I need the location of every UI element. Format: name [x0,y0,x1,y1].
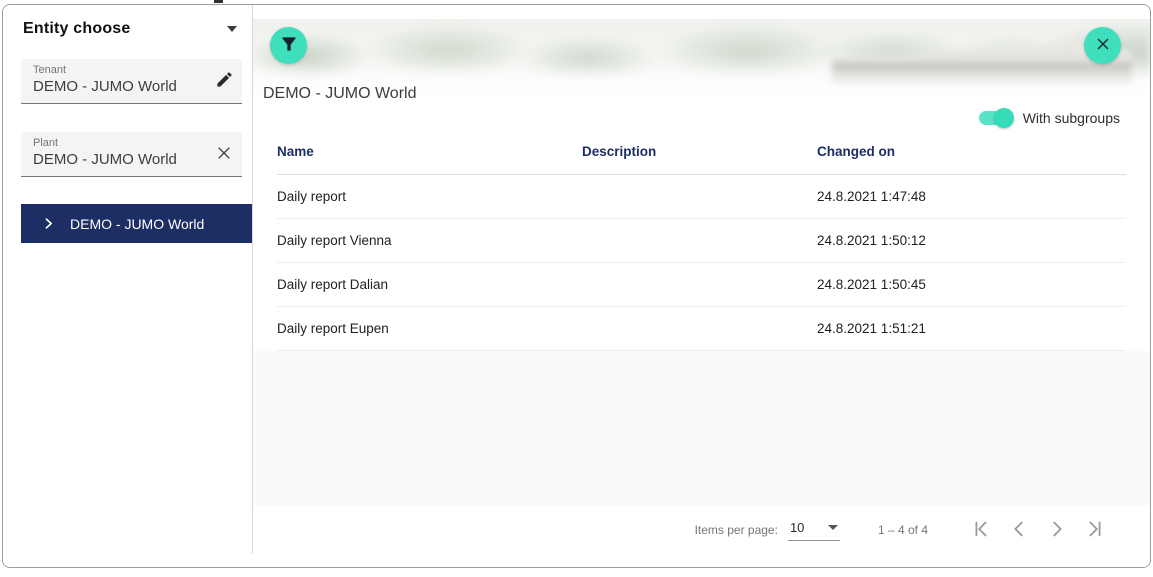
subgroups-toggle[interactable] [978,108,1014,128]
select-caret-icon [828,525,838,530]
subgroups-label: With subgroups [1023,110,1120,126]
items-per-page-label: Items per page: [695,523,778,537]
reports-panel: DEMO - JUMO World With subgroups [253,5,1150,567]
filter-button[interactable] [270,27,307,64]
column-header-changed-on: Changed on [817,144,1126,159]
close-icon [1094,35,1112,56]
table-empty-area [253,351,1150,506]
clear-plant-button[interactable] [212,142,236,166]
collapse-caret-icon[interactable] [227,26,237,32]
filter-icon [279,34,299,57]
cell-changed-on: 24.8.2021 1:50:45 [817,277,1126,292]
first-page-icon [970,518,992,543]
plant-field[interactable]: Plant DEMO - JUMO World [21,132,242,177]
screen-edge-artifact [214,0,223,3]
cell-changed-on: 24.8.2021 1:50:12 [817,233,1126,248]
prev-page-icon [1008,518,1030,543]
last-page-icon [1084,518,1106,543]
page-title: DEMO - JUMO World [263,85,416,103]
first-page-button[interactable] [966,515,996,545]
tenant-field[interactable]: Tenant DEMO - JUMO World [21,59,242,104]
table-row[interactable]: Daily report Vienna 24.8.2021 1:50:12 [277,219,1126,263]
pencil-icon [215,70,234,92]
plant-label: Plant [33,137,230,149]
items-per-page-select[interactable]: 10 [788,520,840,541]
next-page-icon [1046,518,1068,543]
cell-changed-on: 24.8.2021 1:47:48 [817,189,1126,204]
column-header-name: Name [277,144,582,159]
entity-choose-panel: Entity choose Tenant DEMO - JUMO World P… [3,5,253,567]
items-per-page-value: 10 [790,520,804,535]
with-subgroups-row: With subgroups [978,106,1120,130]
entity-choose-header[interactable]: Entity choose [23,20,237,38]
tenant-label: Tenant [33,64,230,76]
tenant-value: DEMO - JUMO World [33,78,230,95]
panel-title: Entity choose [23,20,131,38]
chevron-right-icon[interactable] [42,217,55,230]
clear-icon [215,144,233,165]
table-row[interactable]: Daily report 24.8.2021 1:47:48 [277,175,1126,219]
cell-name: Daily report Eupen [277,321,582,336]
entity-choose-dialog: Entity choose Tenant DEMO - JUMO World P… [2,4,1151,568]
cell-name: Daily report Vienna [277,233,582,248]
tree-item-demo-jumo-world[interactable]: DEMO - JUMO World [21,204,253,243]
close-button[interactable] [1084,27,1121,64]
last-page-button[interactable] [1080,515,1110,545]
next-page-button[interactable] [1042,515,1072,545]
cell-changed-on: 24.8.2021 1:51:21 [817,321,1126,336]
header-banner: DEMO - JUMO World [253,19,1150,109]
table-row[interactable]: Daily report Eupen 24.8.2021 1:51:21 [277,307,1126,351]
cell-name: Daily report [277,189,582,204]
page-range-label: 1 – 4 of 4 [878,523,928,537]
tree-item-label: DEMO - JUMO World [70,216,204,232]
table-header-row: Name Description Changed on [277,128,1126,175]
paginator: Items per page: 10 1 – 4 of 4 [253,506,1150,554]
reports-table: Name Description Changed on Daily report… [277,128,1126,351]
edit-tenant-button[interactable] [212,69,236,93]
plant-value: DEMO - JUMO World [33,151,230,168]
table-row[interactable]: Daily report Dalian 24.8.2021 1:50:45 [277,263,1126,307]
cell-name: Daily report Dalian [277,277,582,292]
prev-page-button[interactable] [1004,515,1034,545]
column-header-description: Description [582,144,817,159]
page-nav [958,515,1110,545]
